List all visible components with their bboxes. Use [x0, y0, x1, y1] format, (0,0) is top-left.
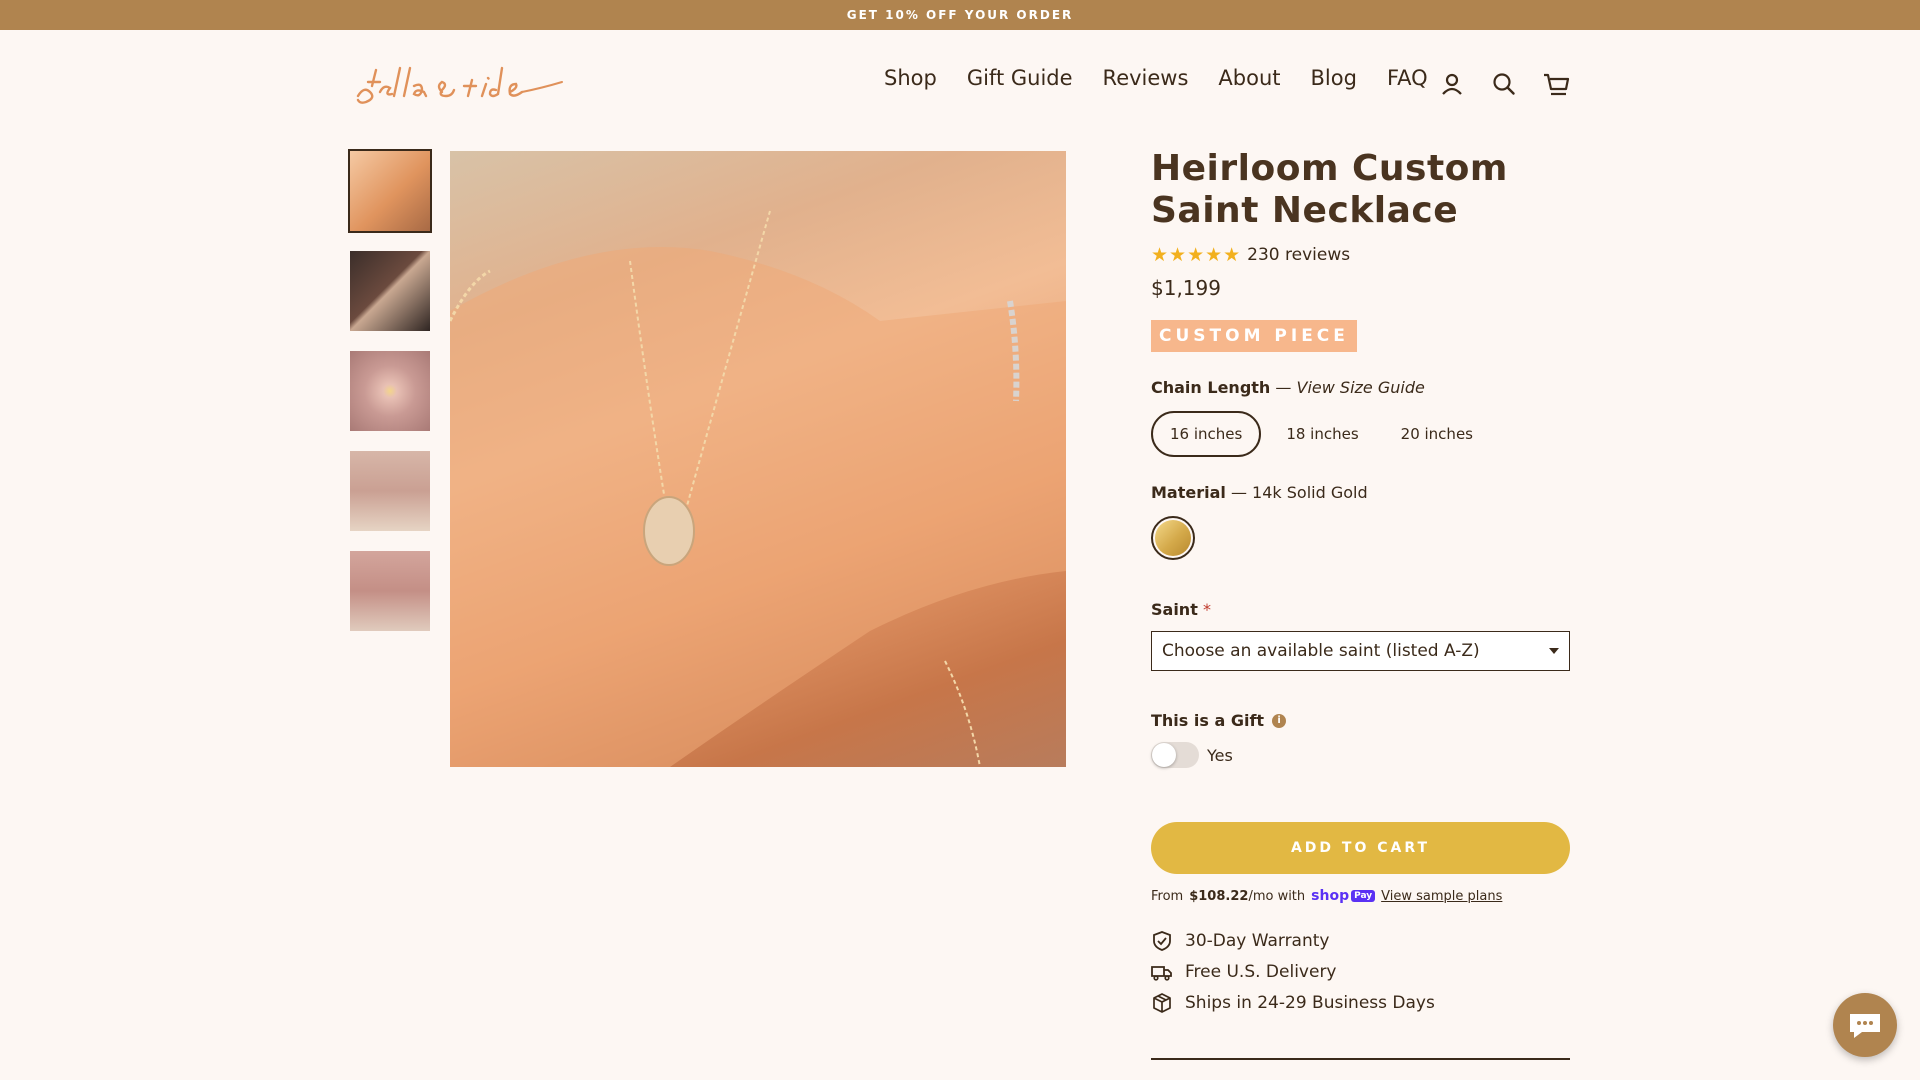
chain-length-label: Chain Length — View Size Guide — [1151, 378, 1425, 397]
logo-wordmark — [356, 66, 563, 104]
perk-delivery: Free U.S. Delivery — [1151, 961, 1571, 983]
nav-blog[interactable]: Blog — [1311, 66, 1357, 90]
product-price: $1,199 — [1151, 276, 1221, 300]
thumbnail-2[interactable] — [350, 251, 430, 331]
gold-swatch — [1155, 520, 1191, 556]
nav-reviews[interactable]: Reviews — [1103, 66, 1189, 90]
main-product-image[interactable] — [450, 151, 1066, 767]
product-title: Heirloom Custom Saint Necklace — [1151, 148, 1508, 231]
saint-select[interactable]: Choose an available saint (listed A-Z) — [1151, 631, 1570, 671]
gift-toggle-label: Yes — [1207, 745, 1233, 765]
chat-bubble-icon — [1850, 1014, 1880, 1038]
saint-label: Saint * — [1151, 600, 1211, 619]
add-to-cart-button[interactable]: ADD TO CART — [1151, 822, 1570, 874]
saint-select-value: Choose an available saint (listed A-Z) — [1162, 641, 1480, 661]
review-count: 230 reviews — [1247, 245, 1351, 265]
thumbnail-5[interactable] — [350, 551, 430, 631]
material-label: Material — 14k Solid Gold — [1151, 483, 1368, 502]
perk-shipping: Ships in 24-29 Business Days — [1151, 992, 1571, 1014]
thumbnail-3[interactable] — [350, 351, 430, 431]
section-divider — [1151, 1058, 1570, 1060]
thumbnail-list — [348, 149, 432, 631]
chain-option-18[interactable]: 18 inches — [1269, 411, 1375, 457]
announcement-bar[interactable]: GET 10% OFF YOUR ORDER — [0, 0, 1920, 30]
truck-icon — [1151, 966, 1172, 981]
thumbnail-4[interactable] — [350, 451, 430, 531]
perks-list: 30-Day Warranty Free U.S. Delivery Ships… — [1151, 930, 1571, 1014]
main-nav: Shop Gift Guide Reviews About Blog FAQ — [884, 66, 1428, 90]
required-marker: * — [1202, 600, 1211, 619]
view-sample-plans-link[interactable]: View sample plans — [1381, 889, 1502, 904]
nav-shop[interactable]: Shop — [884, 66, 937, 90]
toggle-knob — [1152, 743, 1176, 767]
material-swatch-gold[interactable] — [1151, 516, 1195, 560]
thumbnail-1[interactable] — [348, 149, 432, 233]
gift-toggle-row: Yes — [1151, 742, 1571, 768]
nav-gift-guide[interactable]: Gift Guide — [967, 66, 1073, 90]
product-info: Heirloom Custom Saint Necklace ★★★★★ 230… — [1151, 148, 1571, 1014]
account-icon[interactable] — [1438, 70, 1466, 98]
nav-faq[interactable]: FAQ — [1387, 66, 1428, 90]
size-guide-link[interactable]: View Size Guide — [1297, 378, 1425, 397]
shield-check-icon — [1153, 931, 1171, 951]
cart-icon[interactable] — [1542, 70, 1570, 98]
brand-logo[interactable] — [350, 56, 590, 116]
search-icon[interactable] — [1490, 70, 1518, 98]
rating-row[interactable]: ★★★★★ 230 reviews — [1151, 244, 1571, 266]
hand-necklace-photo — [450, 210, 1066, 767]
shop-pay-logo: shop Pay — [1311, 888, 1376, 904]
chain-option-16[interactable]: 16 inches — [1151, 411, 1262, 457]
gift-toggle[interactable] — [1151, 742, 1199, 768]
installments-row: From $108.22/mo with shop Pay View sampl… — [1151, 888, 1503, 904]
header-icons — [1438, 70, 1570, 98]
nav-about[interactable]: About — [1218, 66, 1280, 90]
package-icon — [1153, 993, 1171, 1013]
gift-label: This is a Gift i — [1151, 711, 1571, 730]
perk-warranty: 30-Day Warranty — [1151, 930, 1571, 952]
custom-piece-badge: CUSTOM PIECE — [1151, 320, 1357, 352]
chat-button[interactable] — [1833, 993, 1897, 1057]
chain-option-20[interactable]: 20 inches — [1384, 411, 1490, 457]
info-icon[interactable]: i — [1272, 713, 1287, 728]
chain-length-options: 16 inches 18 inches 20 inches — [1151, 411, 1571, 457]
chevron-down-icon — [1549, 648, 1559, 654]
star-rating: ★★★★★ — [1151, 244, 1242, 266]
